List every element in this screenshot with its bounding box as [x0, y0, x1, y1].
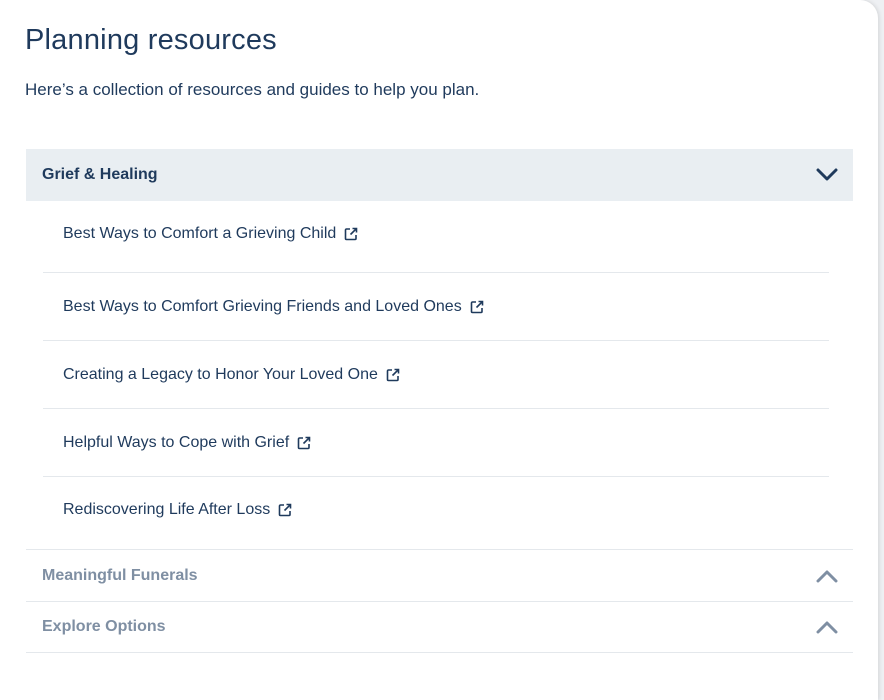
accordion-title: Grief & Healing: [42, 166, 158, 183]
planning-resources-card: Planning resources Here’s a collection o…: [0, 0, 878, 700]
page-subtitle: Here’s a collection of resources and gui…: [25, 80, 480, 99]
accordion-title: Meaningful Funerals: [42, 566, 198, 584]
resource-link-label: Creating a Legacy to Honor Your Loved On…: [63, 365, 378, 383]
external-link-icon: [386, 368, 400, 382]
accordion-header-meaningful-funerals[interactable]: Meaningful Funerals: [26, 549, 853, 601]
external-link-icon: [278, 503, 292, 517]
external-link-icon: [344, 227, 358, 241]
accordion-header-grief-healing[interactable]: Grief & Healing: [26, 149, 853, 201]
accordion-title: Explore Options: [42, 618, 166, 635]
resource-link-label: Rediscovering Life After Loss: [63, 501, 271, 518]
external-link-icon: [297, 436, 311, 450]
resource-link-label: Helpful Ways to Cope with Grief: [63, 433, 290, 451]
accordion-body-grief-healing: Best Ways to Comfort a Grieving Child Be…: [26, 201, 853, 549]
resource-link[interactable]: Best Ways to Comfort Grieving Friends an…: [43, 273, 829, 341]
resource-link-label: Best Ways to Comfort Grieving Friends an…: [63, 297, 462, 315]
resource-link[interactable]: Rediscovering Life After Loss: [43, 477, 829, 549]
chevron-up-icon: [815, 615, 839, 639]
resource-link[interactable]: Best Ways to Comfort a Grieving Child: [43, 201, 829, 273]
chevron-down-icon: [815, 163, 839, 187]
chevron-up-icon: [815, 564, 839, 588]
page-title: Planning resources: [25, 24, 277, 56]
resource-link[interactable]: Helpful Ways to Cope with Grief: [43, 409, 829, 477]
accordion-header-explore-options[interactable]: Explore Options: [26, 601, 853, 653]
resource-link[interactable]: Creating a Legacy to Honor Your Loved On…: [43, 341, 829, 409]
resource-link-label: Best Ways to Comfort a Grieving Child: [63, 224, 337, 242]
resources-accordion: Grief & Healing Best Ways to Comfort a G…: [26, 149, 853, 653]
external-link-icon: [470, 300, 484, 314]
